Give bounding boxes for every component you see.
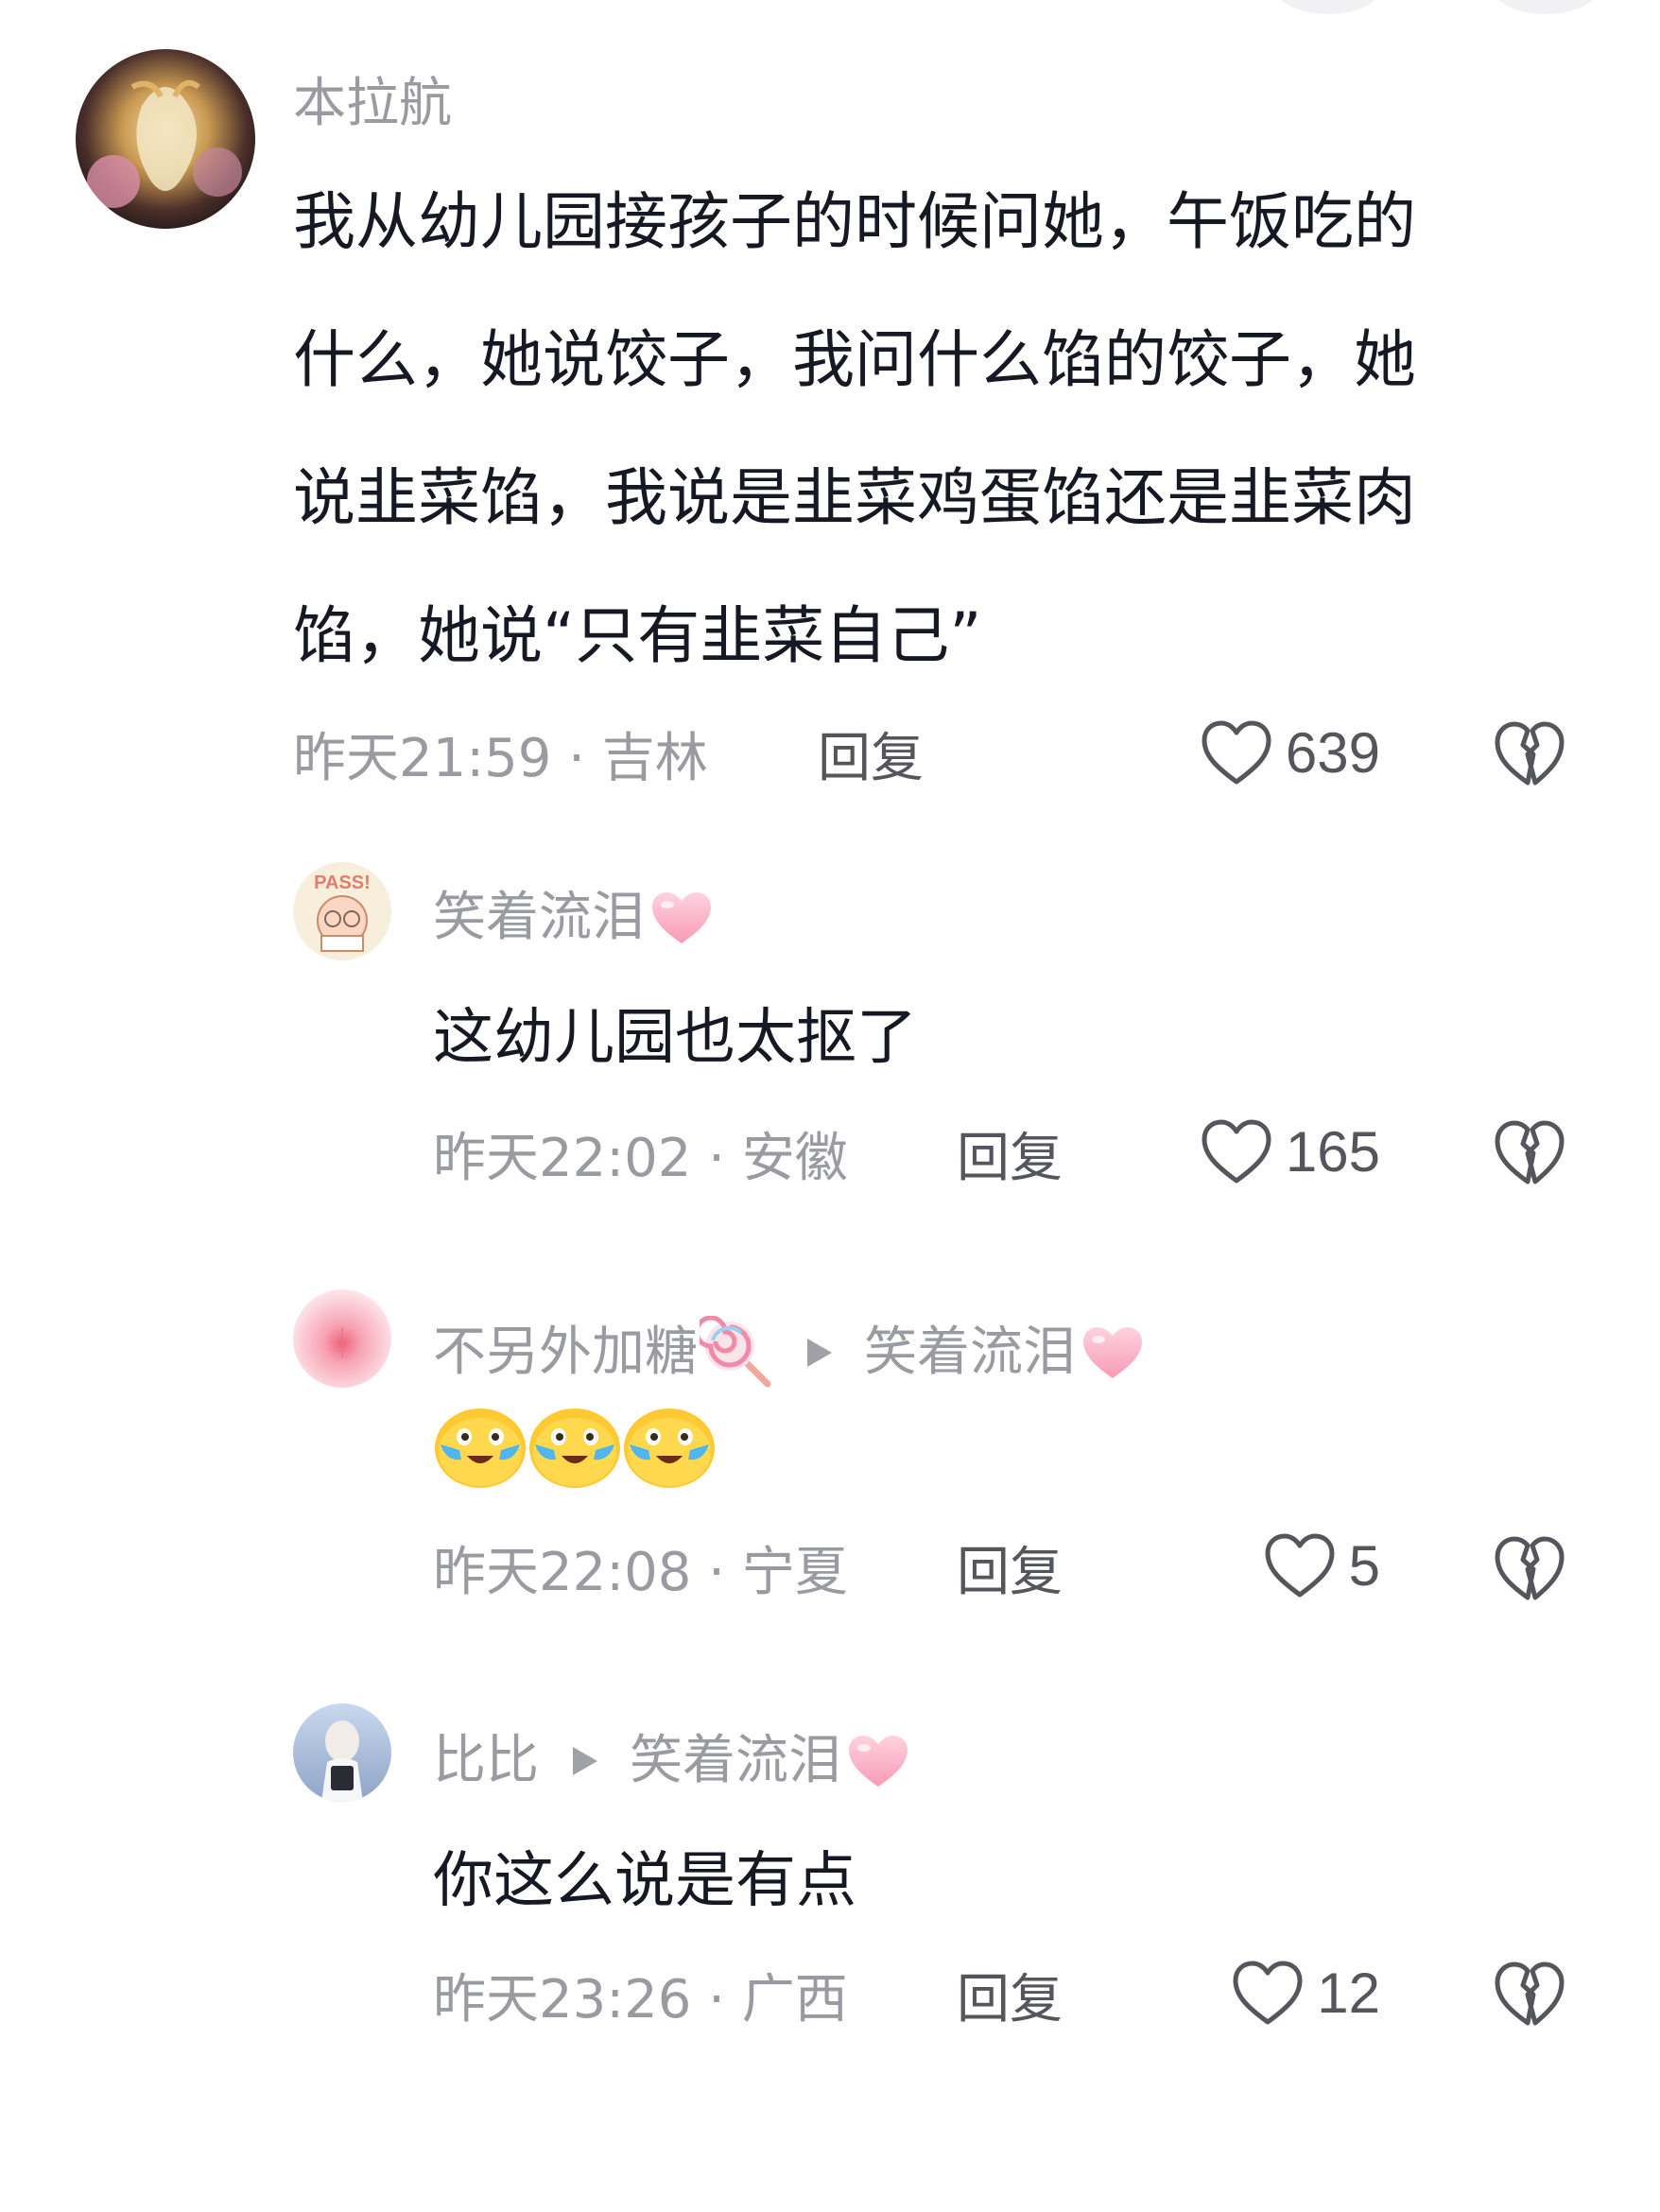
- comment-meta: 昨天21:59 · 吉林: [293, 728, 708, 789]
- username-text[interactable]: 比比: [433, 1735, 539, 1788]
- broken-heart-icon[interactable]: [1492, 1531, 1567, 1605]
- comment-text-line: 什么，她说饺子，我问什么馅的饺子，她: [293, 323, 1416, 396]
- avatar[interactable]: [293, 1703, 391, 1802]
- reply-button[interactable]: 回复: [818, 733, 924, 786]
- like-count: 12: [1317, 1961, 1380, 2025]
- avatar[interactable]: [293, 1289, 391, 1388]
- reply-text: 这幼儿园也太抠了: [433, 1003, 917, 1073]
- play-triangle-icon: [807, 1339, 832, 1367]
- like-count: 5: [1348, 1533, 1380, 1598]
- like-button[interactable]: 12: [1163, 1955, 1380, 2031]
- like-count: 165: [1285, 1119, 1380, 1184]
- heart-outline-icon: [1265, 1533, 1335, 1598]
- reply-text: 你这么说是有点: [433, 1846, 856, 1916]
- heart-outline-icon: [1233, 1961, 1303, 2025]
- comment-text-line: 馅，她说“只有韭菜自己”: [293, 599, 982, 672]
- username[interactable]: 笑着流泪: [433, 889, 715, 947]
- reply-button[interactable]: 回复: [957, 1974, 1063, 2027]
- avatar[interactable]: [76, 49, 255, 229]
- svg-text:PASS!: PASS!: [314, 873, 371, 893]
- reply-to-username[interactable]: 笑着流泪: [630, 1735, 841, 1788]
- reply-to-username[interactable]: 笑着流泪: [864, 1326, 1076, 1379]
- crying-face-emoji: [624, 1408, 715, 1488]
- top-edge-element-left: [1276, 0, 1380, 14]
- lollipop-emoji: [700, 1316, 771, 1388]
- reply-meta: 昨天23:26 · 广西: [433, 1969, 848, 2031]
- reply-button[interactable]: 回复: [957, 1132, 1063, 1185]
- like-button[interactable]: 5: [1163, 1528, 1380, 1603]
- play-triangle-icon: [573, 1747, 597, 1775]
- heart-outline-icon: [1202, 1119, 1271, 1184]
- comment-text-line: 说韭菜馅，我说是韭菜鸡蛋馅还是韭菜肉: [293, 461, 1416, 534]
- broken-heart-icon[interactable]: [1492, 717, 1567, 790]
- username-text[interactable]: 不另外加糖: [433, 1326, 698, 1379]
- username[interactable]: 本拉航: [293, 78, 452, 130]
- top-edge-element-right: [1494, 0, 1598, 14]
- username-text[interactable]: 笑着流泪: [433, 891, 645, 944]
- broken-heart-icon[interactable]: [1492, 1115, 1567, 1189]
- reply-meta: 昨天22:08 · 宁夏: [433, 1542, 848, 1603]
- crying-face-emoji: [529, 1408, 620, 1488]
- pink-heart-emoji: [849, 1736, 908, 1787]
- reply-button[interactable]: 回复: [957, 1547, 1063, 1599]
- username-text[interactable]: 本拉航: [293, 78, 452, 130]
- like-button[interactable]: 639: [1163, 715, 1380, 790]
- comment-text-line: 我从幼儿园接孩子的时候问她，午饭吃的: [293, 185, 1416, 258]
- comment-text: 我从幼儿园接孩子的时候问她，午饭吃的 什么，她说饺子，我问什么馅的饺子，她 说韭…: [293, 153, 1560, 705]
- pink-heart-emoji: [652, 892, 711, 943]
- like-count: 639: [1285, 720, 1380, 785]
- avatar[interactable]: PASS!: [293, 862, 391, 960]
- username[interactable]: 比比 笑着流泪: [433, 1732, 911, 1790]
- broken-heart-icon[interactable]: [1492, 1957, 1567, 2031]
- username[interactable]: 不另外加糖 笑着流泪: [433, 1316, 1146, 1390]
- crying-face-emoji: [435, 1408, 526, 1488]
- reply-meta: 昨天22:02 · 安徽: [433, 1128, 848, 1189]
- pink-heart-emoji: [1083, 1327, 1142, 1378]
- heart-outline-icon: [1202, 720, 1271, 785]
- like-button[interactable]: 165: [1163, 1114, 1380, 1189]
- reply-emoji-content: [433, 1403, 717, 1490]
